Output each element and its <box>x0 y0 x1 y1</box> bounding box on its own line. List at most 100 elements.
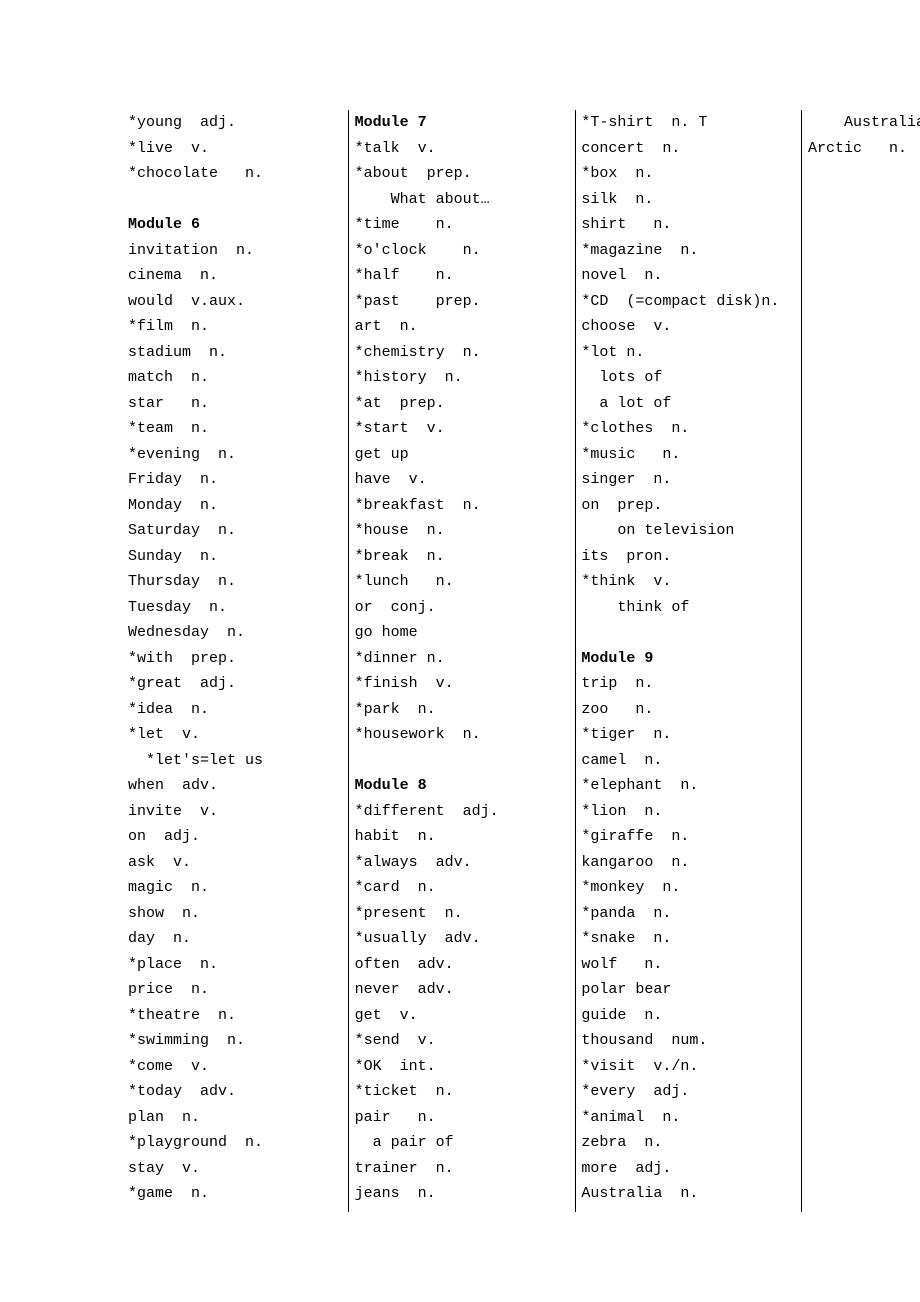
blank-line <box>355 748 570 774</box>
vocab-entry: would v.aux. <box>128 289 343 315</box>
vocab-entry: *chocolate n. <box>128 161 343 187</box>
vocab-entry: *clothes n. <box>581 416 796 442</box>
vocab-entry: *present n. <box>355 901 570 927</box>
vocab-entry: trip n. <box>581 671 796 697</box>
vocab-entry: wolf n. <box>581 952 796 978</box>
vocab-entry: *idea n. <box>128 697 343 723</box>
vocab-entry: *giraffe n. <box>581 824 796 850</box>
vocab-entry: guide n. <box>581 1003 796 1029</box>
page-root: *young adj.*live v.*chocolate n.Module 6… <box>0 0 920 1302</box>
vocab-entry: silk n. <box>581 187 796 213</box>
vocab-entry: zoo n. <box>581 697 796 723</box>
vocab-entry: camel n. <box>581 748 796 774</box>
vocab-entry: *about prep. <box>355 161 570 187</box>
vocab-entry: *break n. <box>355 544 570 570</box>
module-heading: Module 9 <box>581 646 796 672</box>
vocab-entry: cinema n. <box>128 263 343 289</box>
vocab-entry: *great adj. <box>128 671 343 697</box>
vocab-entry: *house n. <box>355 518 570 544</box>
vocab-entry: *film n. <box>128 314 343 340</box>
vocab-entry: *place n. <box>128 952 343 978</box>
vocab-entry: *today adv. <box>128 1079 343 1105</box>
vocab-entry: shirt n. <box>581 212 796 238</box>
vocab-entry: *theatre n. <box>128 1003 343 1029</box>
vocab-entry: invite v. <box>128 799 343 825</box>
vocab-entry: *let's=let us <box>128 748 343 774</box>
blank-line <box>128 187 343 213</box>
vocab-entry: *playground n. <box>128 1130 343 1156</box>
vocab-entry: day n. <box>128 926 343 952</box>
vocab-entry: Australian adj. <box>808 110 920 136</box>
vocab-entry: singer n. <box>581 467 796 493</box>
module-heading: Module 7 <box>355 110 570 136</box>
vocab-entry: choose v. <box>581 314 796 340</box>
vocab-entry: trainer n. <box>355 1156 570 1182</box>
vocab-entry: *time n. <box>355 212 570 238</box>
vocab-entry: *send v. <box>355 1028 570 1054</box>
vocab-entry: *evening n. <box>128 442 343 468</box>
vocab-entry: *park n. <box>355 697 570 723</box>
vocab-entry: *lion n. <box>581 799 796 825</box>
vocab-entry: a lot of <box>581 391 796 417</box>
vocab-entry: *finish v. <box>355 671 570 697</box>
vocab-entry: pair n. <box>355 1105 570 1131</box>
vocab-entry: *swimming n. <box>128 1028 343 1054</box>
vocab-entry: *T-shirt n. T <box>581 110 796 136</box>
vocab-entry: Arctic n. <box>808 136 920 162</box>
vocab-entry: *live v. <box>128 136 343 162</box>
vocab-entry: when adv. <box>128 773 343 799</box>
vocab-entry: *every adj. <box>581 1079 796 1105</box>
vocab-entry: *team n. <box>128 416 343 442</box>
vocab-entry: *animal n. <box>581 1105 796 1131</box>
vocab-entry: Saturday n. <box>128 518 343 544</box>
vocab-entry: *come v. <box>128 1054 343 1080</box>
vocab-entry: kangaroo n. <box>581 850 796 876</box>
vocab-entry: magic n. <box>128 875 343 901</box>
vocab-entry: *lot n. <box>581 340 796 366</box>
vocab-entry: *usually adv. <box>355 926 570 952</box>
vocab-entry: *o'clock n. <box>355 238 570 264</box>
vocab-entry: *let v. <box>128 722 343 748</box>
vocab-entry: *chemistry n. <box>355 340 570 366</box>
vocab-entry: *game n. <box>128 1181 343 1207</box>
vocab-entry: stay v. <box>128 1156 343 1182</box>
vocab-entry: *breakfast n. <box>355 493 570 519</box>
vocab-entry: on adj. <box>128 824 343 850</box>
vocab-entry: match n. <box>128 365 343 391</box>
vocab-entry: *housework n. <box>355 722 570 748</box>
vocab-entry: a pair of <box>355 1130 570 1156</box>
vocab-entry: often adv. <box>355 952 570 978</box>
vocab-entry: What about… <box>355 187 570 213</box>
vocab-entry: on prep. <box>581 493 796 519</box>
vocab-entry: concert n. <box>581 136 796 162</box>
vocab-entry: more adj. <box>581 1156 796 1182</box>
vocab-entry: lots of <box>581 365 796 391</box>
vocab-entry: thousand num. <box>581 1028 796 1054</box>
vocab-entry: *different adj. <box>355 799 570 825</box>
vocab-entry: Friday n. <box>128 467 343 493</box>
vocab-entry: star n. <box>128 391 343 417</box>
vocab-entry: Wednesday n. <box>128 620 343 646</box>
vocab-entry: show n. <box>128 901 343 927</box>
vocab-entry: polar bear <box>581 977 796 1003</box>
vocab-entry: invitation n. <box>128 238 343 264</box>
vocab-entry: *visit v./n. <box>581 1054 796 1080</box>
vocab-entry: jeans n. <box>355 1181 570 1207</box>
vocab-entry: *past prep. <box>355 289 570 315</box>
vocab-entry: Tuesday n. <box>128 595 343 621</box>
vocab-entry: *snake n. <box>581 926 796 952</box>
vocab-entry: *talk v. <box>355 136 570 162</box>
module-heading: Module 8 <box>355 773 570 799</box>
vocab-entry: think of <box>581 595 796 621</box>
blank-line <box>581 620 796 646</box>
vocab-entry: *music n. <box>581 442 796 468</box>
vocab-entry: *start v. <box>355 416 570 442</box>
vocab-entry: Sunday n. <box>128 544 343 570</box>
vocab-entry: *card n. <box>355 875 570 901</box>
vocab-entry: Thursday n. <box>128 569 343 595</box>
vocab-entry: ask v. <box>128 850 343 876</box>
vocab-entry: *monkey n. <box>581 875 796 901</box>
vocab-entry: go home <box>355 620 570 646</box>
vocab-entry: art n. <box>355 314 570 340</box>
vocab-entry: on television <box>581 518 796 544</box>
